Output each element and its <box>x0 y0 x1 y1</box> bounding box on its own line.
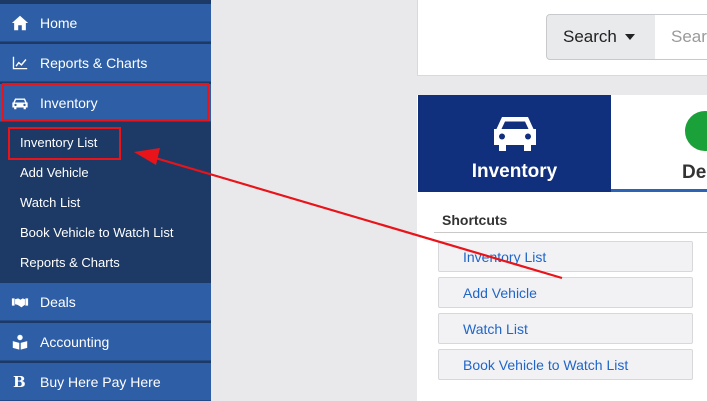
submenu-book-vehicle-watch-list[interactable]: Book Vehicle to Watch List <box>20 225 173 240</box>
tile-inventory[interactable]: Inventory <box>418 95 611 192</box>
sidebar-item-accounting[interactable]: Accounting <box>0 323 211 361</box>
inventory-submenu: Inventory List Add Vehicle Watch List Bo… <box>0 123 211 281</box>
sidebar-item-label: Reports & Charts <box>40 54 148 71</box>
shortcut-label: Inventory List <box>463 248 547 265</box>
shortcut-label: Book Vehicle to Watch List <box>463 356 629 373</box>
tile-deals-label: De <box>682 162 707 183</box>
sidebar-item-label: Accounting <box>40 333 110 350</box>
tile-inventory-label: Inventory <box>471 161 558 182</box>
sidebar-item-label: Home <box>40 14 78 31</box>
sidebar-item-label: Buy Here Pay Here <box>40 373 161 390</box>
sidebar-item-inventory[interactable]: Inventory <box>0 84 211 122</box>
submenu-watch-list[interactable]: Watch List <box>20 195 80 210</box>
sidebar: Home Reports & Charts Inventory Inventor… <box>0 0 211 401</box>
search-input[interactable] <box>655 14 707 60</box>
shortcut-label: Add Vehicle <box>463 284 537 301</box>
shortcut-book-vehicle-watch-list[interactable]: Book Vehicle to Watch List <box>438 349 693 380</box>
shortcut-label: Watch List <box>463 320 528 337</box>
shortcuts-heading: Shortcuts <box>442 212 508 228</box>
search-dropdown-label: Search <box>563 27 617 46</box>
b-letter-icon: B <box>13 372 26 391</box>
caret-down-icon <box>624 34 635 40</box>
sidebar-item-home[interactable]: Home <box>0 4 211 42</box>
submenu-add-vehicle[interactable]: Add Vehicle <box>20 165 89 180</box>
car-icon <box>493 117 536 151</box>
sidebar-item-deals[interactable]: Deals <box>0 283 211 321</box>
shortcut-watch-list[interactable]: Watch List <box>438 313 693 344</box>
submenu-inventory-list[interactable]: Inventory List <box>20 135 97 150</box>
sidebar-item-label: Deals <box>40 293 76 310</box>
accounting-icon <box>0 333 40 351</box>
car-icon <box>0 94 40 112</box>
handshake-icon <box>0 293 40 311</box>
submenu-reports-charts[interactable]: Reports & Charts <box>20 255 120 270</box>
sidebar-item-reports-charts[interactable]: Reports & Charts <box>0 44 211 82</box>
sidebar-item-label: Inventory <box>40 94 98 111</box>
line-chart-icon <box>0 54 40 72</box>
search-dropdown-button[interactable]: Search <box>546 14 656 60</box>
shortcuts-divider <box>434 232 707 233</box>
shortcut-add-vehicle[interactable]: Add Vehicle <box>438 277 693 308</box>
home-icon <box>0 14 40 32</box>
handshake-icon <box>685 111 707 151</box>
sidebar-item-buy-here-pay-here[interactable]: B Buy Here Pay Here <box>0 363 211 401</box>
shortcut-inventory-list[interactable]: Inventory List <box>438 241 693 272</box>
